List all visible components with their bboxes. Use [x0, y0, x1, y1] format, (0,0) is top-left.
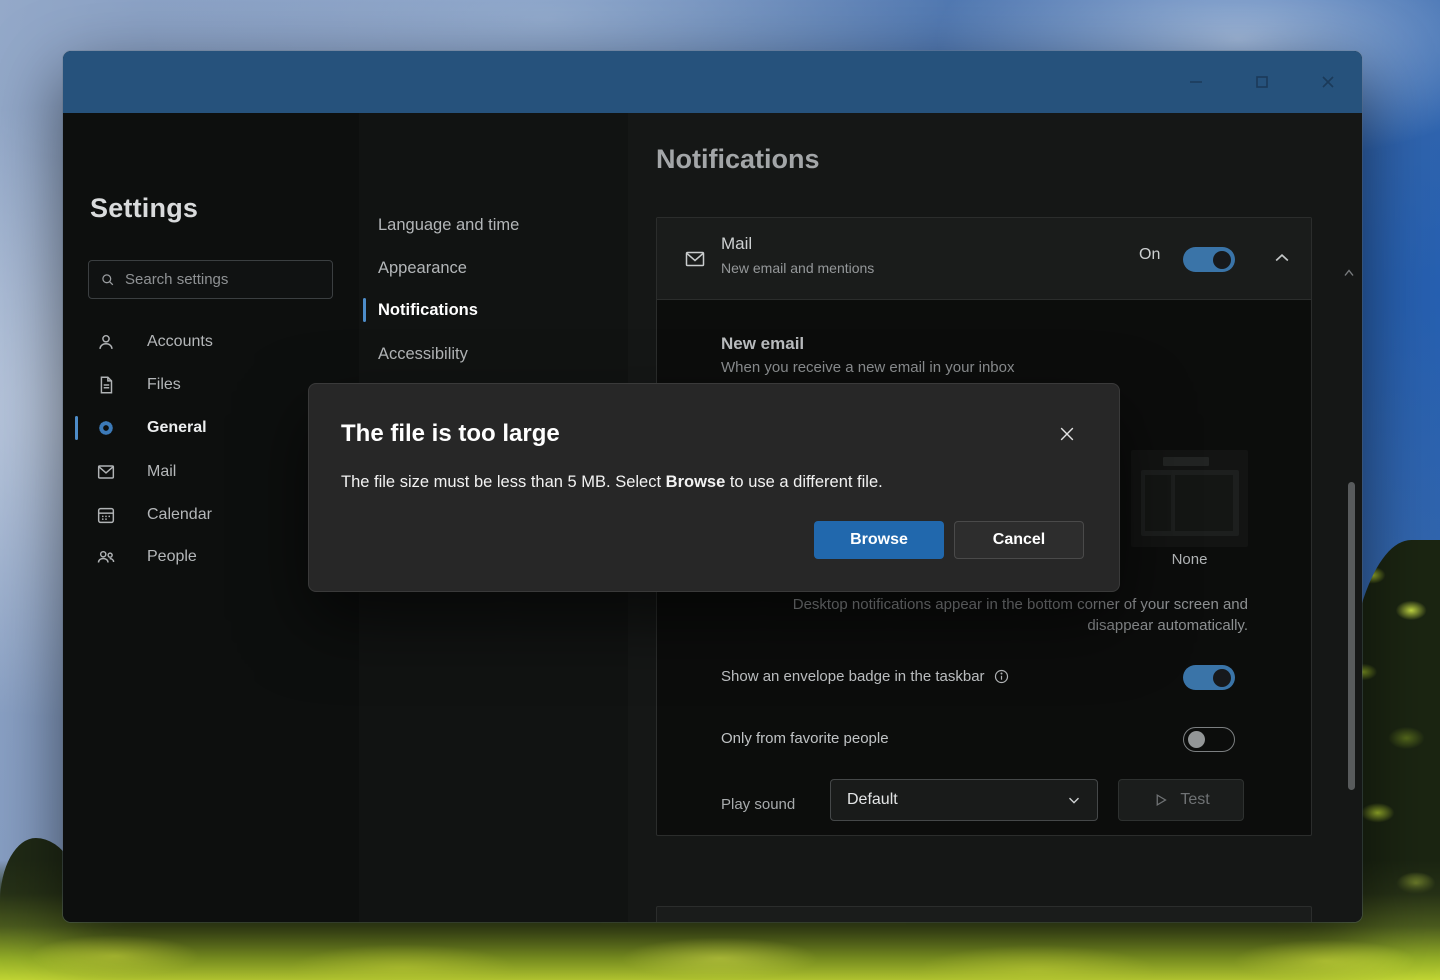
nav-item-label: Appearance — [378, 259, 467, 278]
nav-item-notifications[interactable]: Notifications — [359, 289, 628, 331]
notification-style-none-label: None — [1131, 551, 1248, 568]
dialog-title: The file is too large — [341, 420, 560, 448]
close-icon[interactable] — [1316, 70, 1340, 94]
sidebar-item-label: Mail — [147, 463, 176, 481]
panel-title: Notifications — [656, 144, 820, 175]
chevron-up-icon[interactable] — [1272, 248, 1292, 268]
play-icon — [1152, 791, 1170, 809]
row-label-text: Show an envelope badge in the taskbar — [721, 668, 985, 685]
file-icon — [95, 374, 117, 396]
search-placeholder: Search settings — [125, 271, 228, 288]
sidebar-item-label: Files — [147, 376, 181, 394]
envelope-icon — [683, 247, 707, 271]
envelope-badge-toggle[interactable] — [1183, 665, 1235, 690]
thumbnail-shape — [1141, 470, 1239, 536]
nav-item-label: Accessibility — [378, 345, 468, 364]
envelope-badge-label: Show an envelope badge in the taskbar — [721, 668, 1010, 685]
mail-card-header[interactable]: Mail New email and mentions On — [657, 218, 1311, 300]
description-line: disappear automatically. — [708, 615, 1248, 636]
cancel-button[interactable]: Cancel — [954, 521, 1084, 559]
sidebar-item-label: People — [147, 548, 197, 566]
browse-button[interactable]: Browse — [814, 521, 944, 559]
favorite-people-toggle[interactable] — [1183, 727, 1235, 752]
dialog-message-suffix: to use a different file. — [725, 473, 882, 491]
mail-card-subtitle: New email and mentions — [721, 260, 874, 276]
nav-item-label: Notifications — [378, 301, 478, 320]
test-sound-button[interactable]: Test — [1118, 779, 1244, 821]
sidebar-item-label: Accounts — [147, 333, 213, 351]
envelope-icon — [95, 461, 117, 483]
mentions-card[interactable]: Mentions When someone @ mentions you in … — [656, 906, 1312, 922]
person-icon — [95, 331, 117, 353]
nav-item-label: Language and time — [378, 216, 519, 235]
row-label-text: Only from favorite people — [721, 730, 889, 747]
selection-indicator — [75, 416, 78, 440]
sound-select-value: Default — [847, 791, 898, 809]
thumbnail-shape — [1145, 475, 1171, 531]
toggle-knob — [1213, 669, 1231, 687]
nav-item-language-and-time[interactable]: Language and time — [359, 204, 628, 246]
toggle-state-label: On — [1139, 246, 1160, 264]
description-line: Desktop notifications appear in the bott… — [708, 594, 1248, 615]
dialog-buttons: Browse Cancel — [814, 521, 1084, 559]
favorite-people-label: Only from favorite people — [721, 730, 889, 747]
nav-item-accessibility[interactable]: Accessibility — [359, 333, 628, 375]
scrollbar-thumb[interactable] — [1348, 482, 1355, 790]
notification-style-none-thumbnail[interactable] — [1131, 450, 1248, 547]
thumbnail-shape — [1163, 457, 1209, 466]
toggle-knob — [1213, 251, 1231, 269]
new-email-subtitle: When you receive a new email in your inb… — [721, 359, 1014, 376]
toggle-knob — [1188, 731, 1205, 748]
sidebar-item-accounts[interactable]: Accounts — [63, 320, 359, 363]
calendar-icon — [95, 504, 117, 526]
selection-indicator — [363, 298, 366, 322]
nav-item-appearance[interactable]: Appearance — [359, 247, 628, 289]
window-controls — [1184, 51, 1340, 113]
dialog-message: The file size must be less than 5 MB. Se… — [341, 473, 883, 492]
mail-card-title: Mail — [721, 234, 752, 254]
file-too-large-dialog: The file is too large The file size must… — [308, 383, 1120, 592]
people-icon — [95, 546, 117, 568]
dialog-message-prefix: The file size must be less than 5 MB. Se… — [341, 473, 666, 491]
scrollbar-up-arrow[interactable] — [1344, 269, 1354, 277]
sidebar-item-label: Calendar — [147, 506, 212, 524]
play-sound-label: Play sound — [721, 796, 795, 813]
gear-icon — [95, 417, 117, 439]
search-icon — [99, 271, 116, 288]
mail-notifications-toggle[interactable] — [1183, 247, 1235, 272]
new-email-title: New email — [721, 334, 804, 354]
test-button-label: Test — [1180, 791, 1209, 809]
maximize-icon[interactable] — [1250, 70, 1274, 94]
info-icon[interactable] — [993, 668, 1010, 685]
page-title: Settings — [90, 193, 198, 224]
titlebar[interactable] — [63, 51, 1362, 113]
search-input[interactable]: Search settings — [88, 260, 333, 299]
sidebar-item-label: General — [147, 419, 207, 437]
sound-select[interactable]: Default — [830, 779, 1098, 821]
close-icon[interactable] — [1057, 424, 1077, 444]
minimize-icon[interactable] — [1184, 70, 1208, 94]
thumbnail-shape — [1175, 475, 1233, 531]
dialog-message-bold: Browse — [666, 473, 726, 491]
chevron-down-icon — [1065, 791, 1083, 809]
notification-style-description: Desktop notifications appear in the bott… — [708, 594, 1248, 636]
